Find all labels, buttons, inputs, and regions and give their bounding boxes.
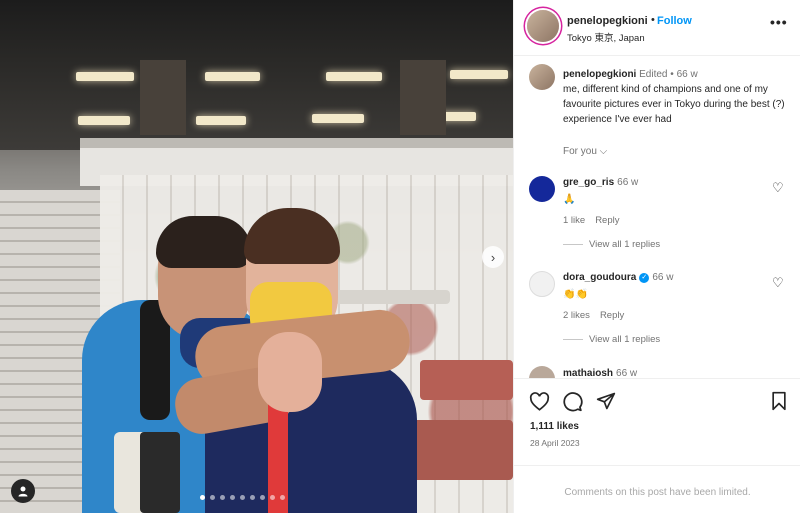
comment-item: mathaiosh 66 w xyxy=(529,366,791,378)
cup xyxy=(140,432,180,513)
carousel-dots xyxy=(200,495,285,500)
carousel-next-button[interactable]: › xyxy=(482,246,504,268)
girl-hand xyxy=(258,332,322,412)
comment-text: 👏👏 xyxy=(563,289,588,300)
more-horizontal-icon[interactable]: ••• xyxy=(770,14,788,30)
stadium-pillar xyxy=(140,60,186,135)
carousel-dot xyxy=(230,495,235,500)
seat-row xyxy=(330,290,450,304)
author-username[interactable]: penelopegkioni xyxy=(567,15,648,27)
post-caption: penelopegkioni Edited • 66 w me, differe… xyxy=(563,67,791,127)
comment-age: 66 w xyxy=(652,272,674,283)
carousel-dot xyxy=(260,495,265,500)
stadium-light xyxy=(76,72,134,81)
follow-button[interactable]: Follow xyxy=(657,15,692,27)
commenter-username[interactable]: dora_goudoura xyxy=(563,272,636,283)
stadium-light xyxy=(78,116,130,125)
carousel-dot xyxy=(250,495,255,500)
stadium-pillar xyxy=(400,60,446,135)
seat-row xyxy=(420,360,513,400)
reply-button[interactable]: Reply xyxy=(595,215,619,226)
likes-count[interactable]: 1,111 likes xyxy=(530,421,579,432)
comment-text: 🙏 xyxy=(563,194,576,205)
view-replies-button[interactable]: View all 1 replies xyxy=(563,239,773,250)
reply-line xyxy=(563,243,583,245)
view-replies-label: View all 1 replies xyxy=(589,239,661,250)
stadium-light xyxy=(326,72,382,81)
heart-icon[interactable] xyxy=(528,390,550,412)
reply-button[interactable]: Reply xyxy=(600,310,624,321)
post-photo[interactable]: › xyxy=(0,0,513,513)
carousel-dot xyxy=(200,495,205,500)
comments-limited-notice: Comments on this post have been limited. xyxy=(564,487,751,498)
share-icon[interactable] xyxy=(595,390,617,412)
post-location[interactable]: Tokyo 東京, Japan xyxy=(567,30,645,44)
post-header: penelopegkioni • Follow Tokyo 東京, Japan … xyxy=(514,0,800,56)
comment-age: 66 w xyxy=(616,368,638,378)
separator-dot: • xyxy=(651,14,655,26)
boy-hair xyxy=(156,216,252,268)
comment-age: 66 w xyxy=(617,177,639,188)
heart-icon[interactable]: ♡ xyxy=(772,275,784,291)
caption-username[interactable]: penelopegkioni xyxy=(563,69,636,80)
commenter-avatar[interactable] xyxy=(529,176,555,202)
user-icon xyxy=(18,486,28,497)
commenter-avatar[interactable] xyxy=(529,271,555,297)
stadium-light xyxy=(205,72,260,81)
caption-age: 66 w xyxy=(676,69,698,80)
stadium-railing xyxy=(80,138,513,148)
commenter-avatar[interactable] xyxy=(529,366,555,378)
view-replies-button[interactable]: View all 1 replies xyxy=(563,334,773,345)
divider xyxy=(514,465,800,466)
comment-likes[interactable]: 1 like xyxy=(563,215,585,226)
verified-badge-icon: ✓ xyxy=(639,273,650,283)
for-you-filter[interactable]: For you ⌵ xyxy=(563,146,607,157)
bookmark-icon[interactable] xyxy=(768,390,790,412)
comment-icon[interactable] xyxy=(561,390,583,412)
caption-edited: Edited xyxy=(639,69,668,80)
commenter-username[interactable]: gre_go_ris xyxy=(563,177,614,188)
carousel-dot xyxy=(270,495,275,500)
post-side-panel: penelopegkioni • Follow Tokyo 東京, Japan … xyxy=(513,0,800,513)
instagram-post: › penelopegkioni • Follow Tokyo 東京, Japa… xyxy=(0,0,800,513)
stadium-light xyxy=(196,116,246,125)
caption-avatar[interactable] xyxy=(529,64,555,90)
carousel-dot xyxy=(280,495,285,500)
carousel-dot xyxy=(220,495,225,500)
tagged-users-button[interactable] xyxy=(11,479,35,503)
post-date[interactable]: 28 April 2023 xyxy=(530,438,580,448)
commenter-username[interactable]: mathaiosh xyxy=(563,368,613,378)
divider xyxy=(514,378,800,379)
comment-likes[interactable]: 2 likes xyxy=(563,310,590,321)
view-replies-label: View all 1 replies xyxy=(589,334,661,345)
post-actions xyxy=(528,390,790,414)
carousel-dot xyxy=(240,495,245,500)
seat-row xyxy=(410,420,513,480)
caption-text: me, different kind of champions and one … xyxy=(563,84,785,125)
chevron-right-icon: › xyxy=(490,249,496,265)
heart-icon[interactable]: ♡ xyxy=(772,180,784,196)
author-avatar[interactable] xyxy=(527,10,559,42)
reply-line xyxy=(563,338,583,340)
stadium-light xyxy=(450,70,508,79)
carousel-dot xyxy=(210,495,215,500)
stadium-light xyxy=(312,114,364,123)
separator-dot: • xyxy=(670,69,674,80)
